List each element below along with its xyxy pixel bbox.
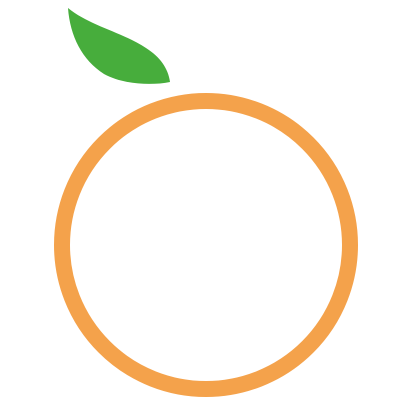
orange-ring-icon xyxy=(54,93,358,397)
leaf-icon xyxy=(68,8,170,84)
orange-logo xyxy=(54,8,358,397)
logo-canvas xyxy=(0,0,400,400)
